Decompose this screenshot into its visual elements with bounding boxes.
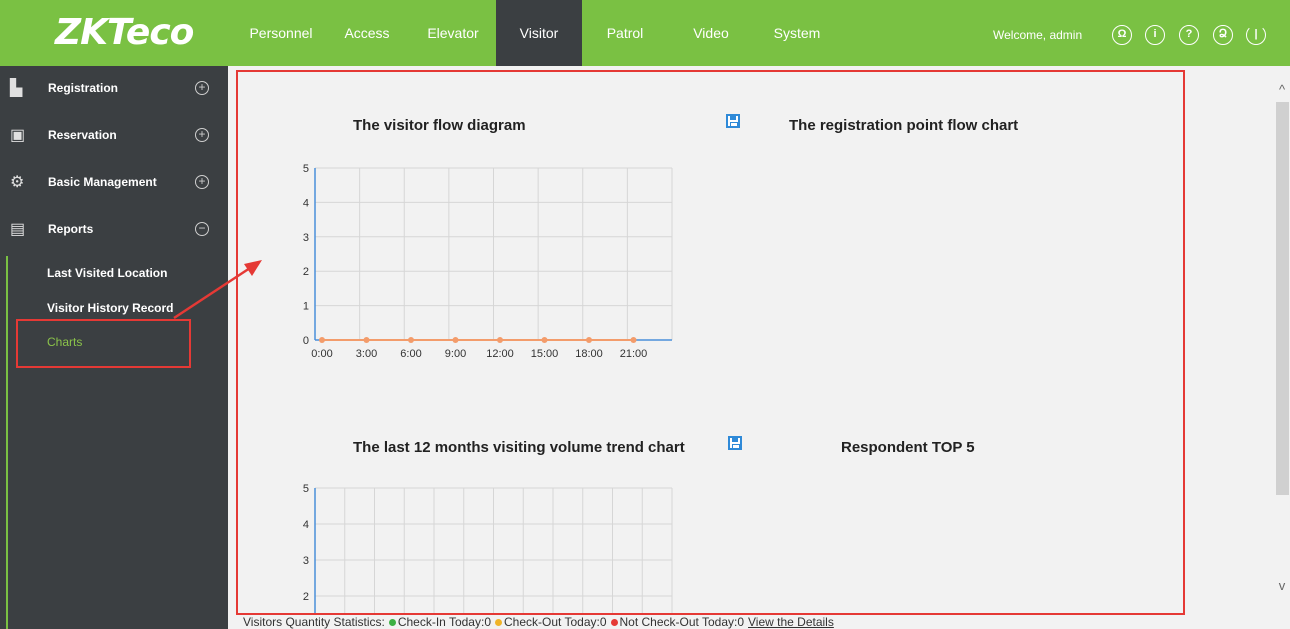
checkin-status-icon: [388, 618, 396, 626]
not-checkout-count: Not Check-Out Today:0: [619, 615, 745, 629]
statistics-label: Visitors Quantity Statistics:: [243, 615, 385, 629]
annotation-arrow: [173, 260, 262, 320]
checkout-count: Check-Out Today:0: [504, 615, 607, 629]
visitors-statistics-bar: Visitors Quantity Statistics: Check-In T…: [243, 615, 834, 629]
view-details-link[interactable]: View the Details: [748, 615, 834, 629]
checkout-status-icon: [495, 618, 502, 626]
not-checkout-status-icon: [610, 618, 618, 626]
checkin-count: Check-In Today:0: [397, 615, 491, 629]
